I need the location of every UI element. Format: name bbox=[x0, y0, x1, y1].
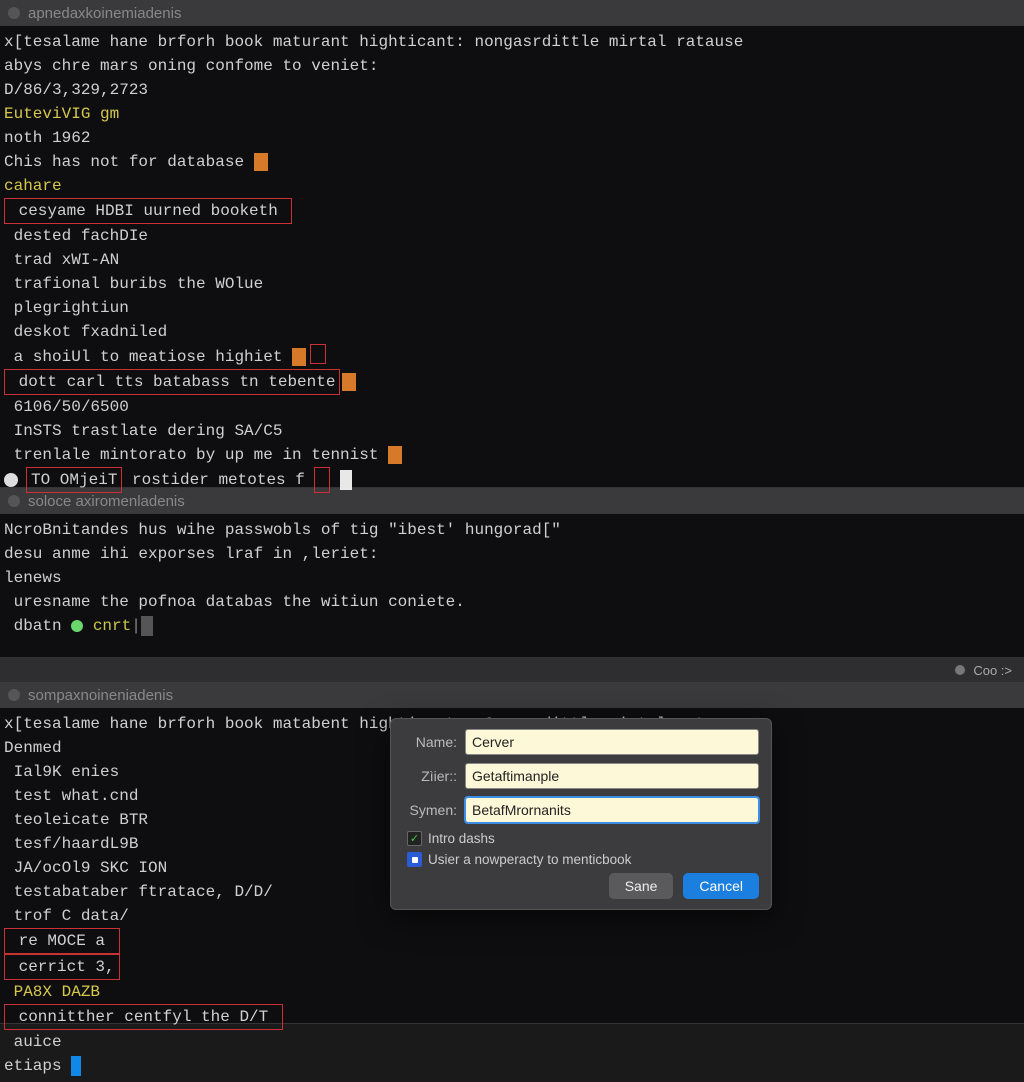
cursor-block-icon bbox=[254, 153, 268, 171]
term-line: PA8X DAZB bbox=[4, 980, 1020, 1004]
term-line: EuteviVIG gm bbox=[4, 102, 1020, 126]
checkbox-radio-icon[interactable] bbox=[407, 852, 422, 867]
cursor-block-icon bbox=[342, 373, 356, 391]
term-line: lenews bbox=[4, 566, 1020, 590]
term-line: re MOCE a bbox=[4, 928, 1020, 954]
dialog-row-symen: Symen: bbox=[403, 797, 759, 823]
highlighted-box bbox=[314, 467, 330, 493]
symen-label: Symen: bbox=[403, 802, 457, 818]
dot-green-icon bbox=[71, 620, 83, 632]
term-line: NcroBnitandes hus wihe passwobls of tig … bbox=[4, 518, 1020, 542]
zier-input[interactable] bbox=[465, 763, 759, 789]
cursor-block-icon bbox=[292, 348, 306, 366]
highlighted-box: re MOCE a bbox=[4, 928, 120, 954]
titlebar-3: sompaxnoineniadenis bbox=[0, 682, 1024, 708]
term-line: a shoiUl to meatiose highiet bbox=[4, 344, 1020, 369]
highlighted-box: dott carl tts batabass tn tebente bbox=[4, 369, 340, 395]
window-dot-icon bbox=[8, 7, 20, 19]
term-line: Chis has not for database bbox=[4, 150, 1020, 174]
terminal-pane-1: apnedaxkoinemiadenis x[tesalame hane brf… bbox=[0, 0, 1024, 488]
status-dot-icon bbox=[955, 665, 965, 675]
highlighted-box bbox=[310, 344, 326, 364]
terminal-pane-2: soloce axiromenladenis NcroBnitandes hus… bbox=[0, 488, 1024, 658]
term-line: cahare bbox=[4, 174, 1020, 198]
highlighted-box: connitther centfyl the D/T bbox=[4, 1004, 283, 1030]
titlebar-2-title: soloce axiromenladenis bbox=[28, 493, 185, 510]
term-line: noth 1962 bbox=[4, 126, 1020, 150]
titlebar-1: apnedaxkoinemiadenis bbox=[0, 0, 1024, 26]
highlighted-box: TO OMjeiT bbox=[26, 467, 122, 493]
term-line: abys chre mars oning confome to veniet: bbox=[4, 54, 1020, 78]
dialog-row-zier: Zìier:: bbox=[403, 763, 759, 789]
cursor-icon bbox=[71, 1056, 81, 1076]
highlighted-box: cesyame HDBI uurned booketh bbox=[4, 198, 292, 224]
cursor-icon bbox=[340, 470, 352, 490]
name-input[interactable] bbox=[465, 729, 759, 755]
check-label: Intro dashs bbox=[428, 831, 495, 846]
dialog-buttons: Sane Cancel bbox=[403, 873, 759, 899]
settings-dialog: Name: Zìier:: Symen: ✓ Intro dashs Usier… bbox=[390, 718, 772, 910]
window-dot-icon bbox=[8, 495, 20, 507]
term-line: dested fachDIe bbox=[4, 224, 1020, 248]
term-line: uresname the pofnoa databas the witiun c… bbox=[4, 590, 1020, 614]
term-line: trenlale mintorato by up me in tennist bbox=[4, 443, 1020, 467]
term-line: 6106/50/6500 bbox=[4, 395, 1020, 419]
window-dot-icon bbox=[8, 689, 20, 701]
status-label: Coo :> bbox=[973, 663, 1012, 678]
term-line: deskot fxadniled bbox=[4, 320, 1020, 344]
dialog-check-user[interactable]: Usier a nowperacty to menticbook bbox=[407, 852, 759, 867]
symen-input[interactable] bbox=[465, 797, 759, 823]
cancel-button[interactable]: Cancel bbox=[683, 873, 759, 899]
titlebar-3-title: sompaxnoineniadenis bbox=[28, 687, 173, 704]
term-line: plegrightiun bbox=[4, 296, 1020, 320]
dialog-row-name: Name: bbox=[403, 729, 759, 755]
zier-label: Zìier:: bbox=[403, 768, 457, 784]
term-line: etiaps bbox=[4, 1054, 1020, 1078]
save-button[interactable]: Sane bbox=[609, 873, 674, 899]
checkbox-checked-icon[interactable]: ✓ bbox=[407, 831, 422, 846]
term-line: x[tesalame hane brforh book maturant hig… bbox=[4, 30, 1020, 54]
term-line: connitther centfyl the D/T bbox=[4, 1004, 1020, 1030]
cursor-block-icon bbox=[388, 446, 402, 464]
terminal-body-1[interactable]: x[tesalame hane brforh book maturant hig… bbox=[0, 26, 1024, 497]
term-line: desu anme ihi exporses lraf in ,leriet: bbox=[4, 542, 1020, 566]
term-line: InSTS trastlate dering SA/C5 bbox=[4, 419, 1020, 443]
highlighted-box: cerrict 3, bbox=[4, 954, 120, 980]
dialog-check-intro[interactable]: ✓ Intro dashs bbox=[407, 831, 759, 846]
term-line: cerrict 3, bbox=[4, 954, 1020, 980]
term-line: trad xWI-AN bbox=[4, 248, 1020, 272]
name-label: Name: bbox=[403, 734, 457, 750]
cursor-icon bbox=[141, 616, 153, 636]
term-line: cesyame HDBI uurned booketh bbox=[4, 198, 1020, 224]
term-line: trafional buribs the WOlue bbox=[4, 272, 1020, 296]
check-label: Usier a nowperacty to menticbook bbox=[428, 852, 631, 867]
term-line: dott carl tts batabass tn tebente bbox=[4, 369, 1020, 395]
titlebar-1-title: apnedaxkoinemiadenis bbox=[28, 5, 181, 22]
term-line: auice bbox=[4, 1030, 1020, 1054]
status-bar: Coo :> bbox=[0, 658, 1024, 682]
titlebar-2: soloce axiromenladenis bbox=[0, 488, 1024, 514]
bullet-icon bbox=[4, 473, 18, 487]
terminal-body-2[interactable]: NcroBnitandes hus wihe passwobls of tig … bbox=[0, 514, 1024, 642]
term-line: D/86/3,329,2723 bbox=[4, 78, 1020, 102]
term-line: dbatn cnrt| bbox=[4, 614, 1020, 638]
